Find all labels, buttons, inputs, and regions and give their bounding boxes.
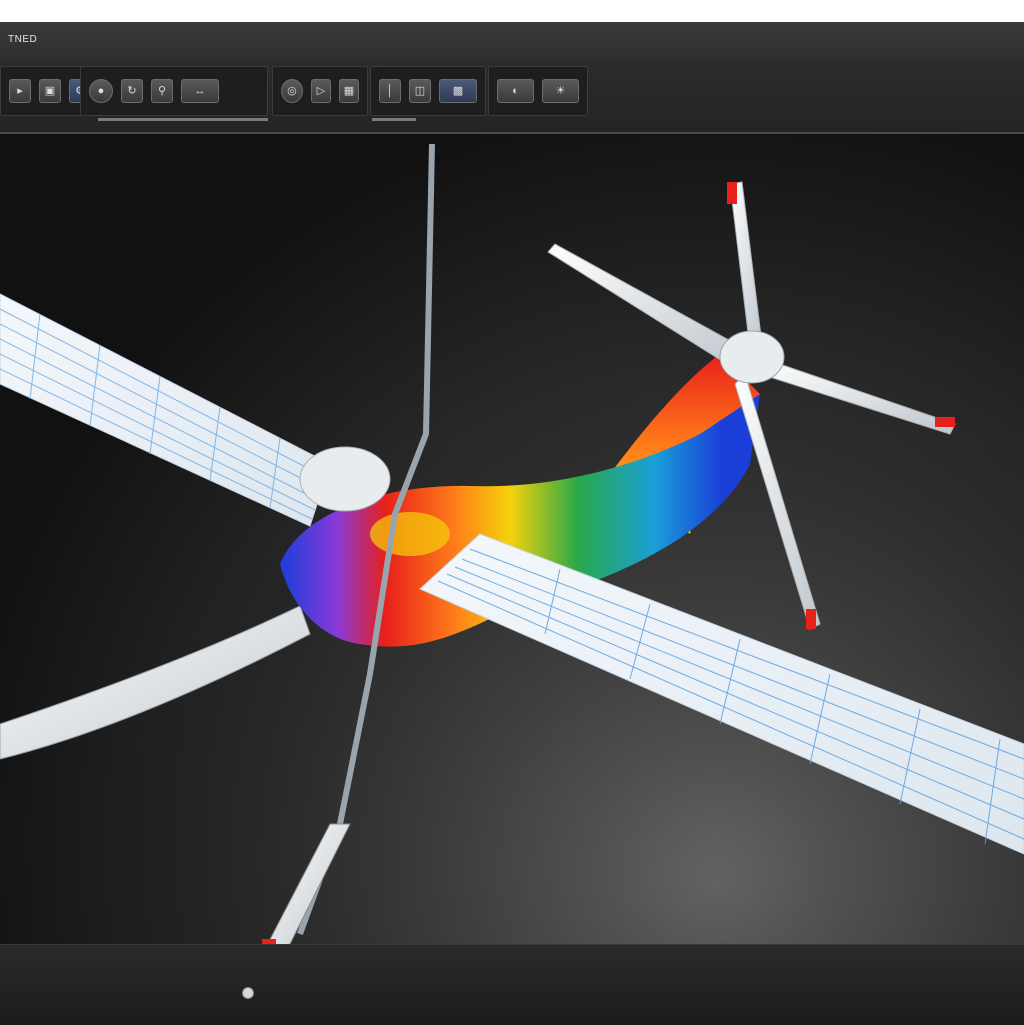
save-icon[interactable]: ▣	[39, 79, 61, 103]
blade-tip-red	[727, 182, 737, 204]
light-icon[interactable]: ☀	[542, 79, 579, 103]
blade-tip-red	[806, 609, 816, 629]
shading-icon[interactable]: ◐	[497, 79, 534, 103]
pan-icon[interactable]: ↔	[181, 79, 219, 103]
window-title: TNED	[8, 34, 38, 45]
open-icon[interactable]: ▸	[9, 79, 31, 103]
status-bar	[0, 944, 1024, 1025]
probe-icon[interactable]: │	[379, 79, 401, 103]
rotate-icon[interactable]: ↻	[121, 79, 143, 103]
nose-highlight	[370, 512, 450, 556]
status-indicator-icon[interactable]	[242, 987, 254, 999]
blade-tip-red	[935, 417, 955, 427]
select-icon[interactable]: ▷	[310, 79, 331, 103]
wing-root-hub	[299, 446, 391, 512]
toolbar-group-mesh: ◎ ▷ ▦	[272, 66, 368, 116]
colormap-icon[interactable]: ▩	[439, 79, 477, 103]
zoom-icon[interactable]: ⚲	[151, 79, 173, 103]
result-icon[interactable]: ◫	[409, 79, 431, 103]
sphere-icon[interactable]: ●	[89, 79, 113, 103]
title-bar: TNED	[0, 22, 1024, 61]
rotor-hub	[719, 330, 785, 384]
mesh-icon[interactable]: ◎	[281, 79, 303, 103]
toolbar-divider	[372, 118, 416, 121]
toolbar-group-view: ● ↻ ⚲ ↔	[80, 66, 268, 116]
toolbar-group-analysis: │ ◫ ▩	[370, 66, 486, 116]
toolbar-divider	[98, 118, 268, 121]
toolbar: ▸ ▣ ⚙ ● ↻ ⚲ ↔ ◎ ▷ ▦ │ ◫ ▩ ◐ ☀	[0, 60, 1024, 134]
app-window: TNED ▸ ▣ ⚙ ● ↻ ⚲ ↔ ◎ ▷ ▦ │ ◫ ▩ ◐ ☀	[0, 22, 1024, 1025]
aircraft-model	[0, 134, 1024, 966]
toolbar-group-render: ◐ ☀	[488, 66, 588, 116]
measure-icon[interactable]: ▦	[338, 79, 359, 103]
3d-viewport[interactable]	[0, 134, 1024, 966]
